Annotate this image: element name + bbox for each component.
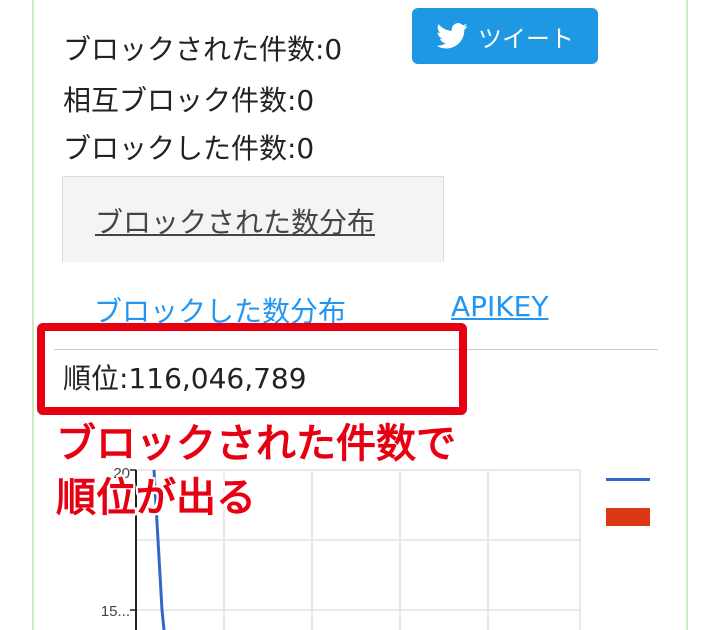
chart-legend	[606, 478, 650, 526]
legend-swatch	[606, 478, 650, 481]
y-tick-label: 15...	[101, 603, 130, 620]
annotation-line-1: ブロックされた件数で	[56, 421, 456, 467]
annotation-line-2: 順位が出る	[56, 475, 256, 521]
legend-swatch	[606, 508, 650, 526]
distribution-chart: 20 15...	[101, 465, 650, 630]
